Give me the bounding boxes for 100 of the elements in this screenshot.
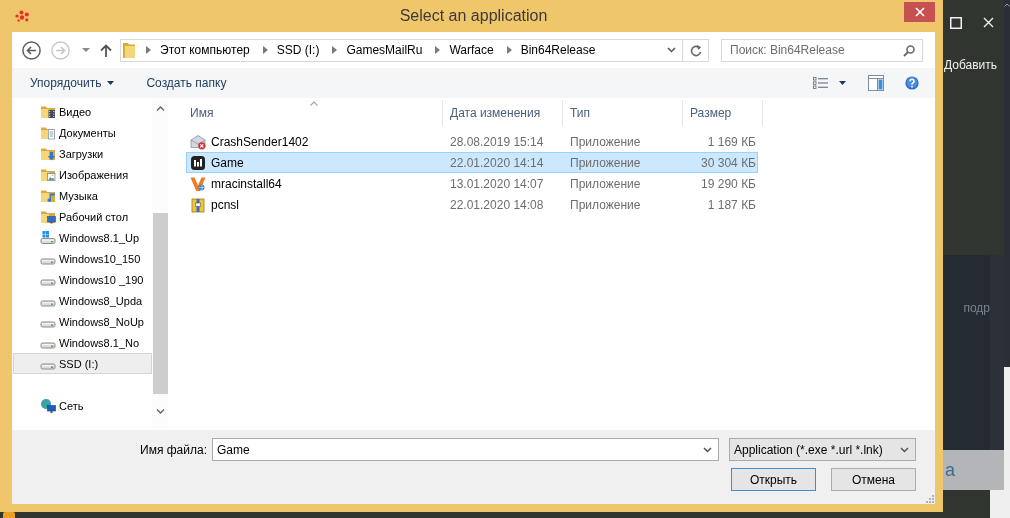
system-drive-icon: [40, 230, 56, 245]
close-icon: [914, 7, 925, 17]
toolbar-button[interactable]: Создать папку: [146, 72, 227, 94]
organize-menu-button[interactable]: Упорядочить: [30, 72, 115, 94]
sidebar-item[interactable]: Windows8_Upda: [13, 290, 152, 311]
preview-pane-icon: [868, 75, 884, 91]
refresh-button[interactable]: [683, 38, 709, 62]
address-bar[interactable]: Этот компьютер SSD (I:) GamesMailRu Warface Bin64Release: [120, 38, 683, 62]
date-modified: 22.01.2020 14:08: [450, 197, 544, 212]
file-size: 1 169 КБ: [707, 133, 756, 150]
folder-icon: [123, 42, 135, 58]
app-logo-icon: [15, 10, 30, 22]
file-name: Game: [211, 154, 244, 171]
drive-icon: [40, 362, 56, 370]
breadcrumb[interactable]: Bin64Release: [518, 42, 598, 58]
back-button[interactable]: [22, 40, 41, 60]
sidebar-item[interactable]: Рабочий стол: [13, 206, 152, 227]
refresh-icon: [689, 43, 702, 57]
date-modified: 13.01.2020 14:07: [450, 176, 544, 191]
sidebar-item[interactable]: Windows10 _190: [13, 269, 152, 290]
caret-icon: [82, 48, 90, 52]
column-header[interactable]: Дата изменения: [443, 100, 563, 126]
drive-icon: [40, 320, 56, 328]
file-row[interactable]: Game 22.01.2020 14:14 Приложение 30 304 КБ: [186, 152, 758, 173]
scroll-up-icon: [155, 106, 165, 111]
hint-text: подр: [963, 300, 990, 316]
file-row[interactable]: CrashSender1402 28.08.2019 15:14 Приложение 1 169 КБ: [186, 131, 758, 152]
scroll-up-icon: [1004, 3, 1010, 7]
search-field[interactable]: Поиск: Bin64Release: [721, 38, 923, 62]
resize-grip-icon: [926, 495, 934, 503]
file-type: Приложение: [570, 197, 641, 212]
caret-icon: [839, 81, 846, 85]
scrollbar-thumb[interactable]: [153, 213, 168, 394]
chevron-down-icon: [667, 47, 676, 53]
sidebar-item[interactable]: Windows8.1_Up: [13, 227, 152, 248]
close-icon: [983, 17, 994, 28]
breadcrumb-arrow-icon: [435, 46, 441, 54]
sidebar-item[interactable]: Документы: [13, 122, 152, 143]
file-name: mracinstall64: [211, 175, 282, 192]
breadcrumb[interactable]: SSD (I:): [274, 42, 322, 58]
sidebar-item[interactable]: Windows8_NoUp: [13, 311, 152, 332]
breadcrumb-arrow-icon: [506, 46, 512, 54]
sidebar-item[interactable]: Видео: [13, 101, 152, 122]
sidebar-item[interactable]: SSD (I:): [13, 353, 152, 374]
drive-icon: [40, 341, 56, 349]
sidebar-item[interactable]: Музыка: [13, 185, 152, 206]
filetype-dropdown[interactable]: Application (*.exe *.url *.lnk): [729, 438, 916, 461]
side-panel: [990, 490, 1004, 518]
maximize-icon: [950, 16, 962, 29]
file-row[interactable]: mracinstall64 13.01.2020 14:07 Приложение 19 290 КБ: [186, 173, 758, 194]
envelope-error-icon: [190, 133, 206, 150]
file-name: CrashSender1402: [211, 133, 309, 150]
breadcrumb[interactable]: Warface: [447, 42, 496, 58]
help-icon: [905, 76, 919, 90]
file-type: Приложение: [570, 134, 641, 149]
breadcrumb-arrow-icon: [262, 46, 268, 54]
chevron-down-icon: [703, 447, 712, 453]
bar-text: а: [945, 459, 955, 481]
file-size: 30 304 КБ: [701, 154, 756, 171]
scroll-down-icon: [155, 409, 165, 414]
file-size: 19 290 КБ: [701, 175, 756, 192]
cancel-button[interactable]: Отмена: [831, 468, 916, 491]
file-type: Приложение: [570, 155, 641, 170]
sidebar-item[interactable]: Загрузки: [13, 143, 152, 164]
window-title: Select an application: [399, 6, 548, 26]
network-icon: [40, 397, 56, 414]
date-modified: 28.08.2019 15:14: [450, 134, 544, 149]
column-header[interactable]: Имя: [186, 100, 443, 126]
maximize-button[interactable]: [950, 16, 962, 29]
preview-pane-button[interactable]: [868, 73, 884, 93]
date-modified: 22.01.2020 14:14: [450, 155, 544, 170]
breadcrumb-arrow-icon: [332, 46, 338, 54]
view-options-icon: [813, 77, 828, 89]
file-type: Приложение: [570, 176, 641, 191]
file-name: pcnsl: [211, 196, 239, 213]
sidebar-item[interactable]: Windows8.1_No: [13, 332, 152, 353]
breadcrumb[interactable]: GamesMailRu: [344, 42, 425, 58]
open-button[interactable]: Открыть: [731, 468, 816, 491]
column-header[interactable]: Размер: [683, 100, 763, 126]
filename-combobox[interactable]: Game: [212, 438, 719, 461]
caret-icon: [107, 81, 115, 85]
file-row[interactable]: pcnsl 22.01.2020 14:08 Приложение 1 187 КБ: [186, 194, 758, 215]
game-logo-icon: [190, 154, 206, 171]
breadcrumb[interactable]: Этот компьютер: [158, 42, 252, 58]
sidebar-item[interactable]: Изображения: [13, 164, 152, 185]
filename-label: Имя файла:: [140, 441, 207, 459]
up-arrow-icon: [100, 43, 112, 57]
add-button[interactable]: Добавить: [944, 58, 998, 72]
close-button[interactable]: [983, 17, 994, 28]
sidebar-item[interactable]: Сеть: [13, 395, 152, 416]
search-icon: [903, 44, 915, 57]
drive-icon: [40, 299, 56, 307]
installer-icon: [190, 175, 206, 192]
package-icon: [190, 196, 206, 213]
drive-icon: [40, 278, 56, 286]
sidebar-item[interactable]: Windows10_150: [13, 248, 152, 269]
chevron-down-icon: [900, 446, 909, 453]
breadcrumb-arrow-icon: [146, 46, 151, 54]
drive-icon: [40, 257, 56, 265]
column-header[interactable]: Тип: [563, 100, 683, 126]
